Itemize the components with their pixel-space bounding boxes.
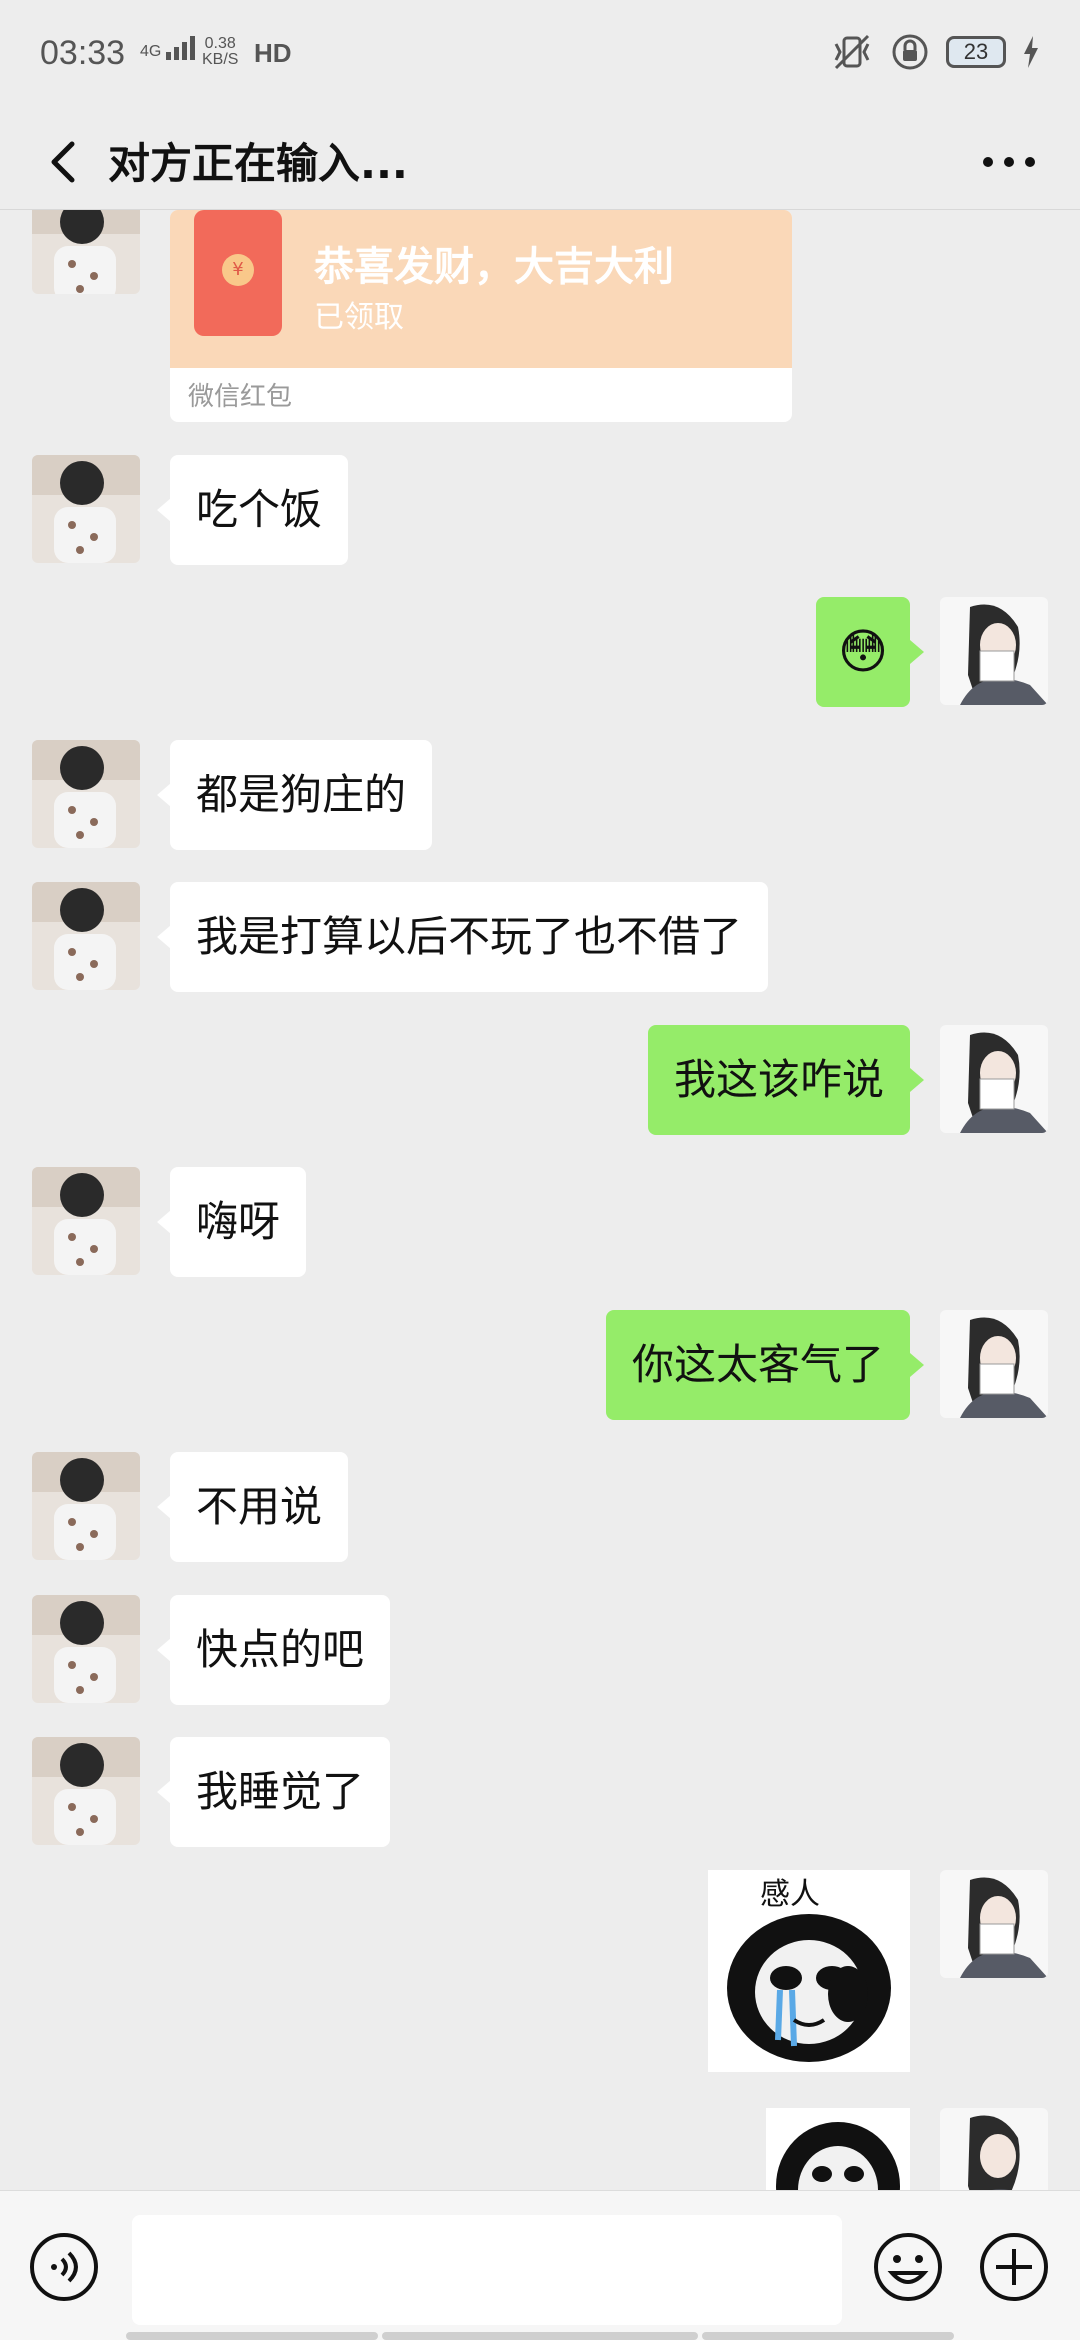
message-row: 我这该咋说 [0, 1025, 1080, 1135]
signal-icon [165, 36, 195, 60]
red-envelope-icon: ¥ [194, 210, 282, 336]
bubble-tail [157, 1780, 171, 1804]
battery-icon: 23 [946, 36, 1006, 68]
add-more-icon[interactable] [978, 2231, 1050, 2303]
bubble-tail [910, 1068, 924, 1092]
message-row: 不用说 [0, 1452, 1080, 1562]
message-row: 我睡觉了 [0, 1737, 1080, 1847]
message-bubble[interactable]: 你这太客气了 [605, 1310, 910, 1420]
back-arrow-icon[interactable] [36, 132, 96, 192]
coin-icon: ¥ [222, 254, 254, 286]
bubble-tail [910, 1353, 924, 1377]
battery-level: 23 [963, 39, 989, 64]
message-row: 你这太客气了 [0, 1310, 1080, 1420]
avatar-self[interactable] [940, 1310, 1048, 1418]
avatar-self[interactable] [940, 1870, 1048, 1978]
message-red-packet[interactable]: ¥ 恭喜发财，大吉大利 已领取 微信红包 [0, 210, 1080, 422]
red-packet-card[interactable]: ¥ 恭喜发财，大吉大利 已领取 微信红包 [170, 210, 792, 422]
network-indicator: 4G [140, 36, 196, 60]
avatar-self[interactable] [940, 2108, 1048, 2190]
speed-unit: KB/S [202, 51, 239, 68]
bubble-tail [910, 640, 924, 664]
network-speed: 0.38 KB/S [202, 36, 238, 68]
message-row: 😳 [0, 597, 1080, 707]
charging-icon [1024, 36, 1038, 68]
red-packet-status: 已领取 [314, 300, 404, 335]
avatar-contact[interactable] [32, 1737, 140, 1845]
lock-rotation-icon [892, 34, 928, 70]
avatar-contact[interactable] [32, 1167, 140, 1275]
message-sticker[interactable] [0, 2108, 1080, 2190]
avatar-self[interactable] [940, 597, 1048, 705]
nav-gesture-bar[interactable] [126, 2332, 378, 2340]
more-options-icon[interactable] [974, 132, 1044, 192]
avatar-self[interactable] [940, 1025, 1048, 1133]
message-bubble[interactable]: 吃个饭 [170, 455, 349, 565]
vibrate-icon [834, 34, 870, 70]
message-input[interactable] [132, 2215, 842, 2325]
bubble-tail [157, 925, 171, 949]
red-packet-title: 恭喜发财，大吉大利 [314, 244, 674, 290]
hd-indicator: HD [254, 38, 292, 68]
red-packet-body: ¥ 恭喜发财，大吉大利 已领取 [170, 210, 792, 368]
sticker-caption: 感人 [760, 1877, 820, 1912]
message-row: 吃个饭 [0, 455, 1080, 565]
chat-title: 对方正在输入... [108, 139, 408, 188]
message-bubble[interactable]: 我这该咋说 [647, 1025, 910, 1135]
message-row: 我是打算以后不玩了也不借了 [0, 882, 1080, 992]
panda-sticker[interactable] [766, 2108, 910, 2190]
network-type: 4G [140, 43, 162, 60]
message-bubble[interactable]: 我是打算以后不玩了也不借了 [170, 882, 769, 992]
red-packet-label: 微信红包 [188, 382, 293, 412]
speed-value: 0.38 [204, 35, 236, 52]
input-bar [0, 2190, 1080, 2340]
nav-gesture-bar[interactable] [382, 2332, 698, 2340]
message-bubble[interactable]: 都是狗庄的 [170, 740, 433, 850]
message-bubble[interactable]: 快点的吧 [170, 1595, 391, 1705]
chat-area[interactable]: ¥ 恭喜发财，大吉大利 已领取 微信红包 吃个饭 😳 都是狗庄的我是打算以后不玩了也… [0, 210, 1080, 2190]
message-sticker[interactable]: 感人 [0, 1870, 1080, 2080]
bubble-tail [157, 1495, 171, 1519]
avatar-contact[interactable] [32, 455, 140, 563]
message-row: 都是狗庄的 [0, 740, 1080, 850]
message-row: 嗨呀 [0, 1167, 1080, 1277]
message-bubble[interactable]: 😳 [815, 597, 910, 707]
bubble-tail [157, 783, 171, 807]
avatar-contact[interactable] [32, 740, 140, 848]
bubble-tail [157, 1210, 171, 1234]
panda-sticker[interactable]: 感人 [708, 1870, 910, 2072]
status-bar: 03:33 4G 0.38 KB/S HD 23 [0, 0, 1080, 110]
bubble-tail [157, 1638, 171, 1662]
status-right: 23 [830, 30, 1040, 74]
avatar-contact[interactable] [32, 1452, 140, 1560]
message-row: 快点的吧 [0, 1595, 1080, 1705]
bubble-tail [157, 498, 171, 522]
message-bubble[interactable]: 我睡觉了 [170, 1737, 391, 1847]
avatar-contact[interactable] [32, 1595, 140, 1703]
message-bubble[interactable]: 不用说 [170, 1452, 349, 1562]
voice-input-icon[interactable] [28, 2231, 100, 2303]
status-time: 03:33 [40, 34, 126, 72]
nav-gesture-bar[interactable] [702, 2332, 954, 2340]
emoji-icon[interactable] [872, 2231, 944, 2303]
avatar-contact[interactable] [32, 210, 140, 294]
avatar-contact[interactable] [32, 882, 140, 990]
chat-header: 对方正在输入... [0, 110, 1080, 210]
message-bubble[interactable]: 嗨呀 [170, 1167, 307, 1277]
